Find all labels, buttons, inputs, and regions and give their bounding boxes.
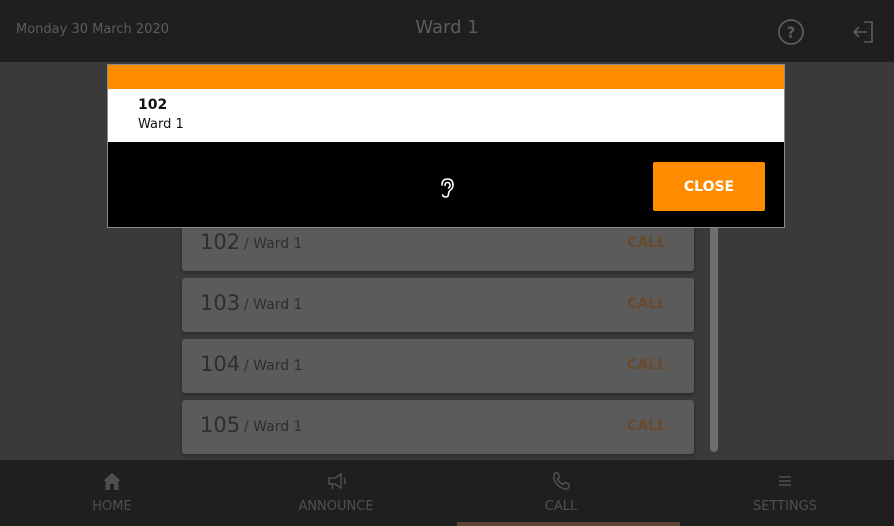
nav-label: SETTINGS (752, 499, 817, 514)
svg-text:?: ? (787, 24, 796, 42)
help-circle-icon: ? (778, 19, 804, 45)
dialog-header (108, 65, 784, 89)
page-title: Ward 1 (415, 17, 479, 38)
close-button[interactable]: CLOSE (653, 162, 765, 211)
nav-announce[interactable]: ANNOUNCE (224, 460, 448, 526)
phone-icon (553, 472, 570, 490)
room-number: 105 (200, 413, 241, 437)
megaphone-icon (328, 472, 346, 490)
help-button[interactable]: ? (777, 18, 805, 46)
menu-icon (779, 476, 791, 486)
call-alert-dialog: 102 Ward 1 CLOSE (107, 64, 785, 228)
ward-label: / Ward 1 (244, 297, 303, 313)
call-button[interactable]: CALL (627, 357, 666, 373)
scrollbar[interactable] (710, 226, 718, 452)
top-bar: Monday 30 March 2020 Ward 1 ? (0, 0, 894, 62)
list-item[interactable]: 103 / Ward 1 CALL (182, 278, 694, 332)
room-number: 103 (200, 291, 241, 315)
nav-call[interactable]: CALL (449, 460, 673, 526)
nav-label: ANNOUNCE (298, 499, 374, 514)
bottom-nav: HOME ANNOUNCE CALL SETTINGS (0, 460, 894, 526)
home-icon (103, 473, 121, 490)
dialog-info: 102 Ward 1 (108, 89, 784, 142)
logout-icon (852, 21, 873, 43)
ward-label: / Ward 1 (244, 358, 303, 374)
logout-button[interactable] (850, 19, 876, 45)
ward-label: / Ward 1 (244, 236, 303, 252)
ward-label: / Ward 1 (244, 419, 303, 435)
nav-home[interactable]: HOME (0, 460, 224, 526)
room-number: 104 (200, 352, 241, 376)
call-button[interactable]: CALL (627, 235, 666, 251)
nav-label: CALL (544, 499, 578, 514)
nav-settings[interactable]: SETTINGS (673, 460, 894, 526)
ear-listen-icon (441, 178, 454, 198)
dialog-room-number: 102 (138, 97, 168, 113)
list-item[interactable]: 105 / Ward 1 CALL (182, 400, 694, 454)
list-item[interactable]: 104 / Ward 1 CALL (182, 339, 694, 393)
nav-label: HOME (92, 499, 132, 514)
dialog-ward-label: Ward 1 (138, 117, 184, 132)
active-tab-indicator (457, 522, 680, 526)
call-button[interactable]: CALL (627, 418, 666, 434)
call-button[interactable]: CALL (627, 296, 666, 312)
room-number: 102 (200, 230, 241, 254)
